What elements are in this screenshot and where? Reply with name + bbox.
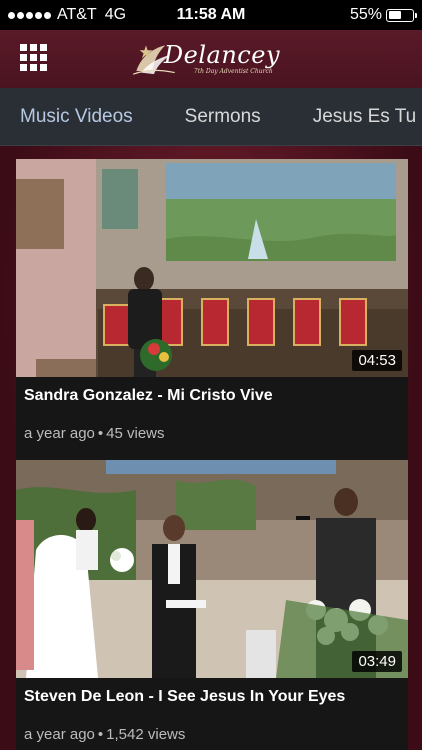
tab-jesus-es-tu[interactable]: Jesus Es Tu [293,106,422,128]
video-card[interactable]: 03:49 Steven De Leon - I See Jesus In Yo… [16,460,408,750]
network-label: 4G [104,6,127,23]
video-age: a year ago [24,726,95,743]
video-duration: 03:49 [352,651,402,672]
carrier-label: AT&T [57,6,97,23]
category-tabs: Music Videos Sermons Jesus Es Tu [0,88,422,146]
video-feed: 04:53 Sandra Gonzalez - Mi Cristo Vive a… [0,146,422,750]
battery-icon [386,8,417,22]
grid-menu-icon[interactable] [20,44,48,72]
video-thumbnail-image [16,159,408,377]
video-card[interactable]: 04:53 Sandra Gonzalez - Mi Cristo Vive a… [16,159,408,471]
logo-subtitle: 7th Day Adventist Church [193,68,273,75]
meta-separator: • [97,425,104,442]
meta-separator: • [97,726,104,743]
video-age: a year ago [24,425,95,442]
tab-music-videos[interactable]: Music Videos [0,106,153,128]
video-thumbnail[interactable]: 04:53 [16,159,408,377]
status-bar: AT&T 4G 11:58 AM 55% [0,0,422,30]
video-duration: 04:53 [352,350,402,371]
logo-title: Delancey [163,41,280,69]
app-header: Delancey 7th Day Adventist Church [0,30,422,88]
church-logo: Delancey 7th Day Adventist Church [130,36,280,82]
video-title[interactable]: Sandra Gonzalez - Mi Cristo Vive [16,377,408,411]
video-views: 1,542 views [106,726,186,743]
video-meta: a year ago • 1,542 views [16,712,408,750]
battery-indicator: 55% [349,6,417,24]
signal-strength-icon [8,11,51,19]
video-thumbnail[interactable]: 03:49 [16,460,408,678]
tab-sermons[interactable]: Sermons [165,106,281,128]
video-title[interactable]: Steven De Leon - I See Jesus In Your Eye… [16,678,408,712]
battery-percent: 55% [349,6,382,23]
video-views: 45 views [106,425,165,442]
video-thumbnail-image [16,460,408,678]
